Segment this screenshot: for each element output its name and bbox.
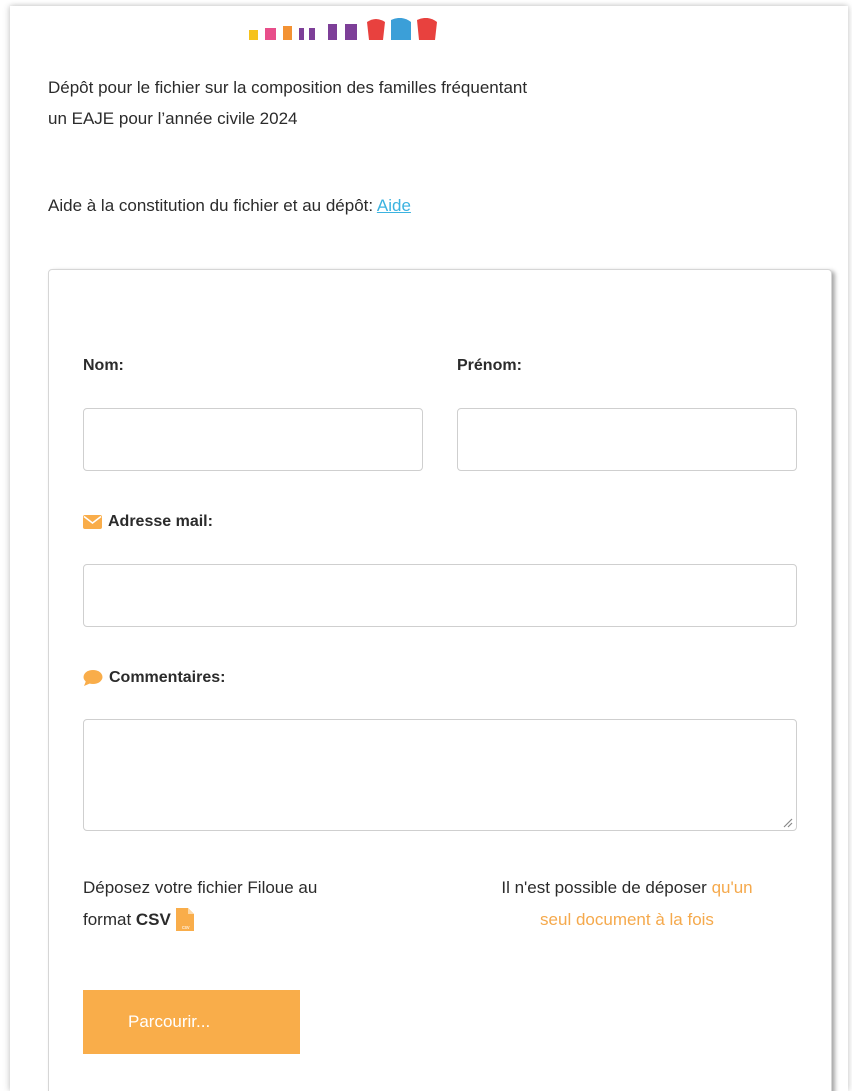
email-label-text: Adresse mail:	[108, 513, 213, 530]
prenom-label: Prénom:	[457, 357, 522, 375]
note-highlight-1: qu'un	[711, 878, 753, 897]
help-line: Aide à la constitution du fichier et au …	[48, 192, 411, 220]
drop-line-2-prefix: format	[83, 910, 136, 929]
drop-line-2: format CSV csv	[83, 904, 317, 936]
envelope-icon	[83, 515, 102, 529]
prenom-label-text: Prénom:	[457, 357, 522, 374]
note-prefix: Il n'est possible de déposer	[501, 878, 712, 897]
intro-line-2: un EAJE pour l’année civile 2024	[48, 109, 298, 128]
browse-button[interactable]: Parcourir...	[83, 990, 300, 1054]
comment-label: Commentaires:	[83, 669, 225, 687]
nom-input[interactable]	[83, 408, 423, 471]
comment-label-text: Commentaires:	[109, 669, 226, 686]
note-line-1: Il n'est possible de déposer qu'un	[452, 872, 802, 904]
svg-text:csv: csv	[182, 925, 190, 931]
textarea-resize-handle[interactable]	[781, 815, 793, 828]
help-link[interactable]: Aide	[377, 196, 411, 215]
drop-format: CSV	[135, 910, 171, 929]
intro-text: Dépôt pour le fichier sur la composition…	[48, 72, 688, 134]
comment-textarea[interactable]	[83, 719, 797, 831]
note-highlight-2: seul document à la fois	[540, 910, 714, 929]
prenom-input[interactable]	[457, 408, 797, 471]
single-document-note: Il n'est possible de déposer qu'un seul …	[452, 872, 802, 936]
speech-bubble-icon	[83, 669, 103, 687]
nom-label: Nom:	[83, 357, 124, 375]
csv-file-icon: csv	[175, 908, 195, 932]
intro-line-1: Dépôt pour le fichier sur la composition…	[48, 78, 528, 97]
email-label: Adresse mail:	[83, 513, 213, 531]
email-input[interactable]	[83, 564, 797, 627]
nom-label-text: Nom:	[83, 357, 124, 374]
site-logo	[245, 18, 465, 40]
help-text: Aide à la constitution du fichier et au …	[48, 196, 377, 215]
drop-line-1: Déposez votre fichier Filoue au	[83, 878, 318, 897]
drop-instructions: Déposez votre fichier Filoue au format C…	[83, 872, 317, 936]
